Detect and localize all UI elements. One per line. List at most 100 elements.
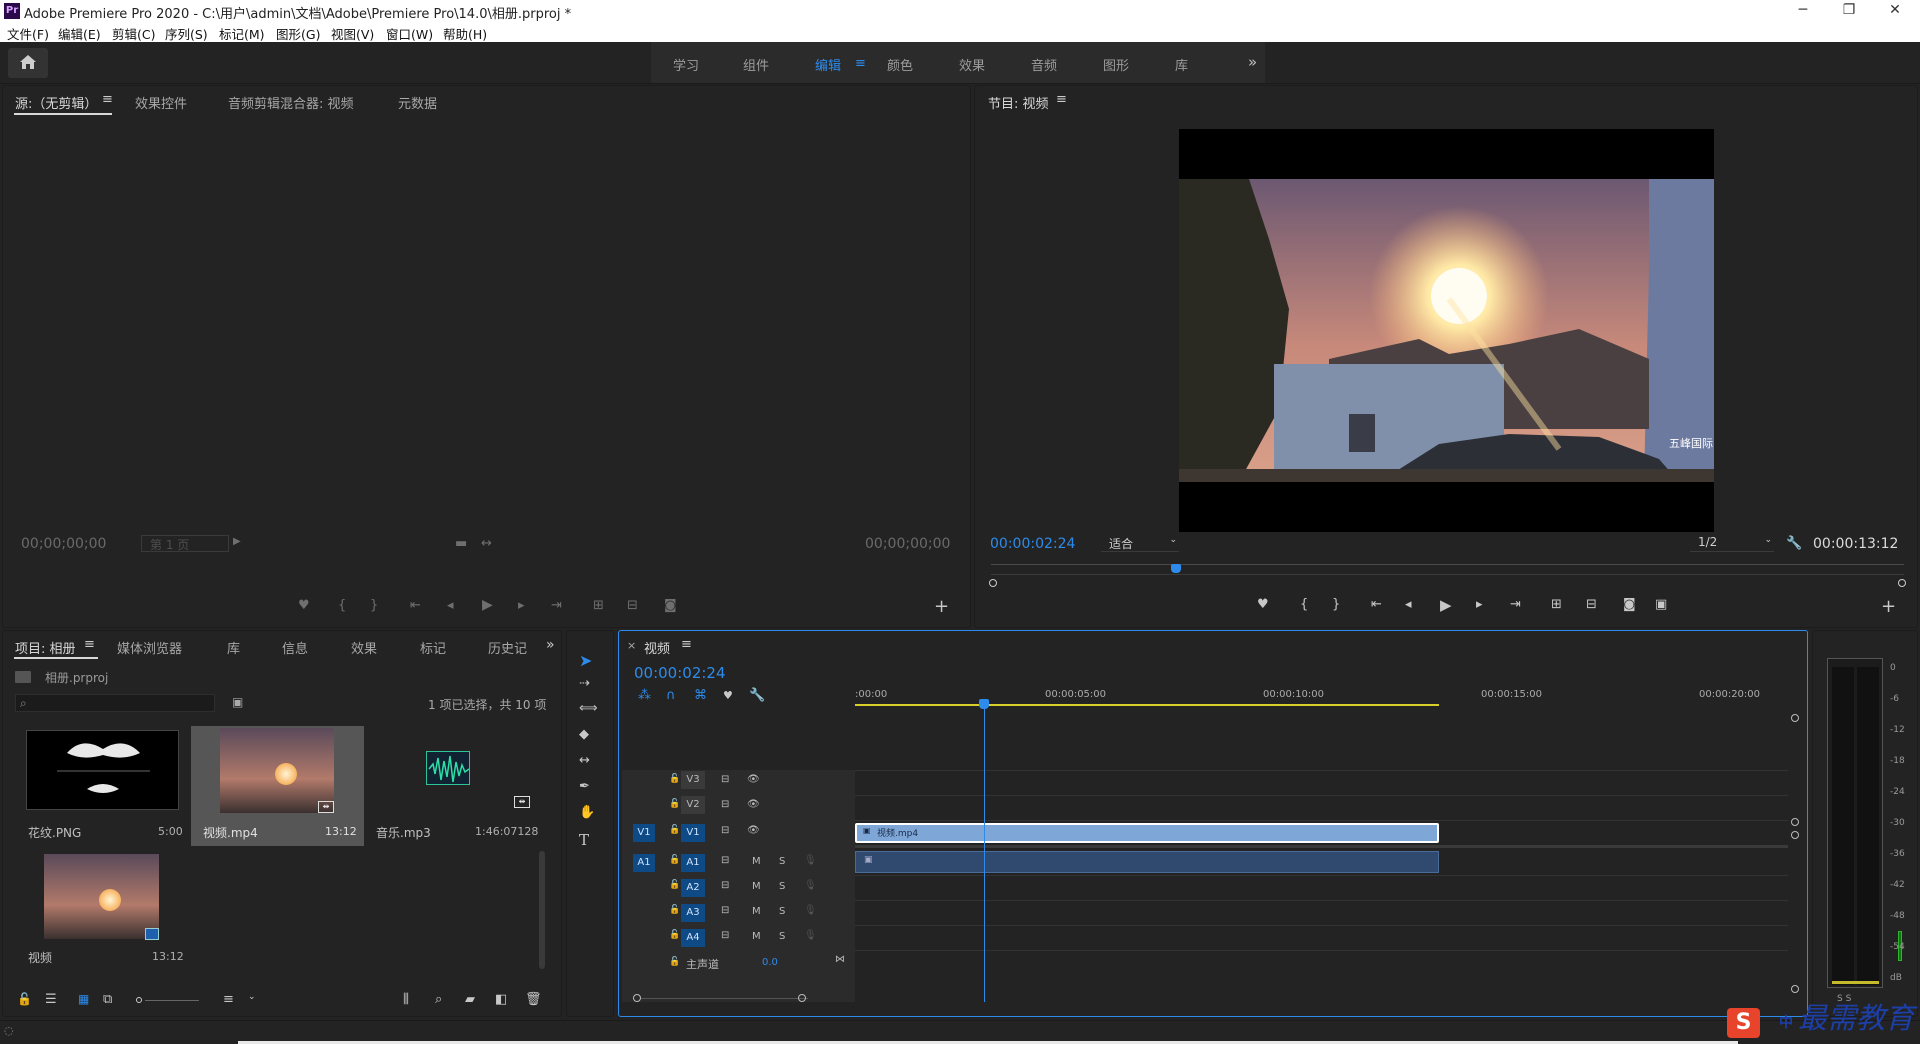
horizontal-zoom-handle[interactable] [633, 994, 641, 1002]
panel-menu-icon[interactable]: ≡ [681, 637, 692, 652]
zoom-handle-right[interactable] [1898, 579, 1906, 587]
tab-metadata[interactable]: 元数据 [398, 93, 437, 112]
mute-button[interactable]: M [752, 881, 761, 892]
marker-icon[interactable]: ♥ [298, 598, 310, 613]
track-label-a3[interactable]: A3 [681, 904, 705, 922]
find-icon[interactable]: ⌕ [435, 992, 442, 1007]
track-label-v2[interactable]: V2 [681, 796, 705, 814]
workspace-graphics[interactable]: 图形 [1103, 55, 1129, 74]
zoom-slider[interactable] [145, 1000, 199, 1001]
workspace-color[interactable]: 颜色 [887, 55, 913, 74]
sync-lock-icon[interactable]: ⊟ [721, 880, 729, 891]
close-tab-icon[interactable]: × [627, 639, 636, 652]
eye-icon[interactable]: 👁 [747, 799, 760, 810]
tab-info[interactable]: 信息 [282, 638, 308, 657]
tab-history[interactable]: 历史记 [488, 638, 530, 657]
insert-icon[interactable]: ⊞ [593, 598, 604, 613]
more-tabs-icon[interactable]: » [546, 637, 555, 653]
playhead-ruler[interactable] [991, 564, 1904, 565]
mark-in-icon[interactable]: { [1300, 597, 1308, 612]
microphone-icon[interactable]: 🎙 [804, 930, 817, 941]
panel-menu-icon[interactable]: ≡ [102, 92, 113, 107]
menu-sequence[interactable]: 序列(S) [165, 24, 208, 43]
menu-window[interactable]: 窗口(W) [386, 24, 433, 43]
sort-icon[interactable]: ≡ [223, 992, 234, 1007]
close-button[interactable]: ✕ [1872, 0, 1918, 22]
lock-icon[interactable]: 🔓 [669, 799, 680, 809]
project-scrollbar[interactable] [539, 851, 545, 969]
track-label-v1[interactable]: V1 [681, 824, 705, 842]
project-search-input[interactable]: ⌕ [15, 694, 215, 712]
menu-clip[interactable]: 剪辑(C) [112, 24, 155, 43]
go-to-out-icon[interactable]: ⇥ [551, 598, 562, 613]
video-clip[interactable]: ▣ 视频.mp4 [855, 823, 1440, 843]
workspace-assembly[interactable]: 组件 [743, 55, 769, 74]
timeline-settings-icon[interactable]: 🔧 [749, 688, 765, 703]
lock-icon[interactable]: 🔓 [669, 930, 680, 940]
vertical-zoom-handle[interactable] [1791, 985, 1799, 993]
microphone-icon[interactable]: 🎙 [804, 905, 817, 916]
workspace-audio[interactable]: 音频 [1031, 55, 1057, 74]
icon-view-icon[interactable]: ▦ [78, 992, 89, 1006]
new-item-icon[interactable]: ◧ [495, 992, 507, 1007]
zoom-bar[interactable] [991, 574, 1904, 575]
mark-out-icon[interactable]: } [1332, 597, 1340, 612]
project-item-video-mp4[interactable]: ⇹ 视频.mp4 13:12 [191, 726, 364, 846]
source-settings-icon[interactable]: ▬ [455, 536, 467, 551]
program-timecode[interactable]: 00:00:02:24 [990, 536, 1075, 552]
horizontal-zoom-handle[interactable] [798, 994, 806, 1002]
source-patch-a1[interactable]: A1 [633, 854, 655, 872]
ime-mode[interactable]: 中 [1779, 1012, 1793, 1032]
workspace-menu-icon[interactable]: ≡ [855, 56, 866, 71]
project-item-pattern[interactable]: 花纹.PNG 5:00 [15, 726, 189, 846]
type-tool-icon[interactable]: T [579, 831, 589, 849]
lock-icon[interactable]: 🔓 [669, 905, 680, 915]
sync-lock-icon[interactable]: ⊟ [721, 930, 729, 941]
step-back-icon[interactable]: ◂ [1405, 597, 1412, 612]
status-icon[interactable]: ◌ [4, 1024, 14, 1037]
source-drag-icon[interactable]: ↔ [481, 536, 492, 551]
nest-toggle-icon[interactable]: ⁂ [638, 688, 651, 703]
workspace-learn[interactable]: 学习 [673, 55, 699, 74]
ime-logo-icon[interactable]: S [1727, 1008, 1760, 1038]
step-back-icon[interactable]: ◂ [447, 598, 454, 613]
new-bin-from-search-icon[interactable]: ▣ [232, 695, 243, 709]
snap-icon[interactable]: ∩ [666, 688, 676, 703]
tab-project[interactable]: 项目: 相册 [15, 638, 76, 657]
tab-markers[interactable]: 标记 [420, 638, 446, 657]
work-area-bar[interactable] [855, 704, 1440, 706]
track-label-a1[interactable]: A1 [681, 854, 705, 872]
minimize-button[interactable]: ─ [1780, 0, 1826, 22]
lock-icon[interactable]: 🔓 [669, 855, 680, 865]
track-label-v3[interactable]: V3 [681, 771, 705, 789]
vertical-zoom-handle[interactable] [1791, 714, 1799, 722]
solo-button[interactable]: S [779, 881, 785, 892]
list-view-icon[interactable]: ☰ [45, 992, 57, 1007]
track-select-tool-icon[interactable]: ⇢ [579, 676, 590, 691]
marker-icon[interactable]: ♥ [1257, 597, 1269, 612]
project-item-sequence[interactable]: 视频 13:12 [15, 851, 189, 971]
workspace-effects[interactable]: 效果 [959, 55, 985, 74]
audio-meter[interactable] [1827, 658, 1883, 988]
microphone-icon[interactable]: 🎙 [804, 880, 817, 891]
delete-icon[interactable]: 🗑 [525, 992, 542, 1007]
export-frame-icon[interactable]: ◙ [1623, 597, 1636, 612]
menu-graphics[interactable]: 图形(G) [276, 24, 320, 43]
chevron-down-icon[interactable]: ⌄ [248, 992, 256, 1002]
tab-source[interactable]: 源:（无剪辑） [15, 93, 97, 112]
play-icon[interactable]: ▶ [1440, 596, 1452, 614]
tab-libraries[interactable]: 库 [227, 638, 240, 657]
wrench-icon[interactable]: 🔧 [1786, 536, 1802, 551]
tab-sequence[interactable]: 视频 [644, 638, 670, 657]
bowtie-icon[interactable]: ⋈ [835, 954, 845, 965]
home-button[interactable] [8, 48, 48, 78]
project-item-music-mp3[interactable]: ⇹ 音乐.mp3 1:46:07128 [366, 726, 541, 846]
add-button-icon[interactable]: + [934, 596, 949, 617]
zoom-handle-left[interactable] [989, 579, 997, 587]
menu-file[interactable]: 文件(F) [7, 24, 49, 43]
selection-tool-icon[interactable]: ➤ [579, 651, 592, 670]
microphone-icon[interactable]: 🎙 [804, 855, 817, 866]
tab-effect-controls[interactable]: 效果控件 [135, 93, 187, 112]
zoom-slider-handle[interactable] [136, 997, 142, 1003]
lock-icon[interactable]: 🔓 [669, 825, 680, 835]
